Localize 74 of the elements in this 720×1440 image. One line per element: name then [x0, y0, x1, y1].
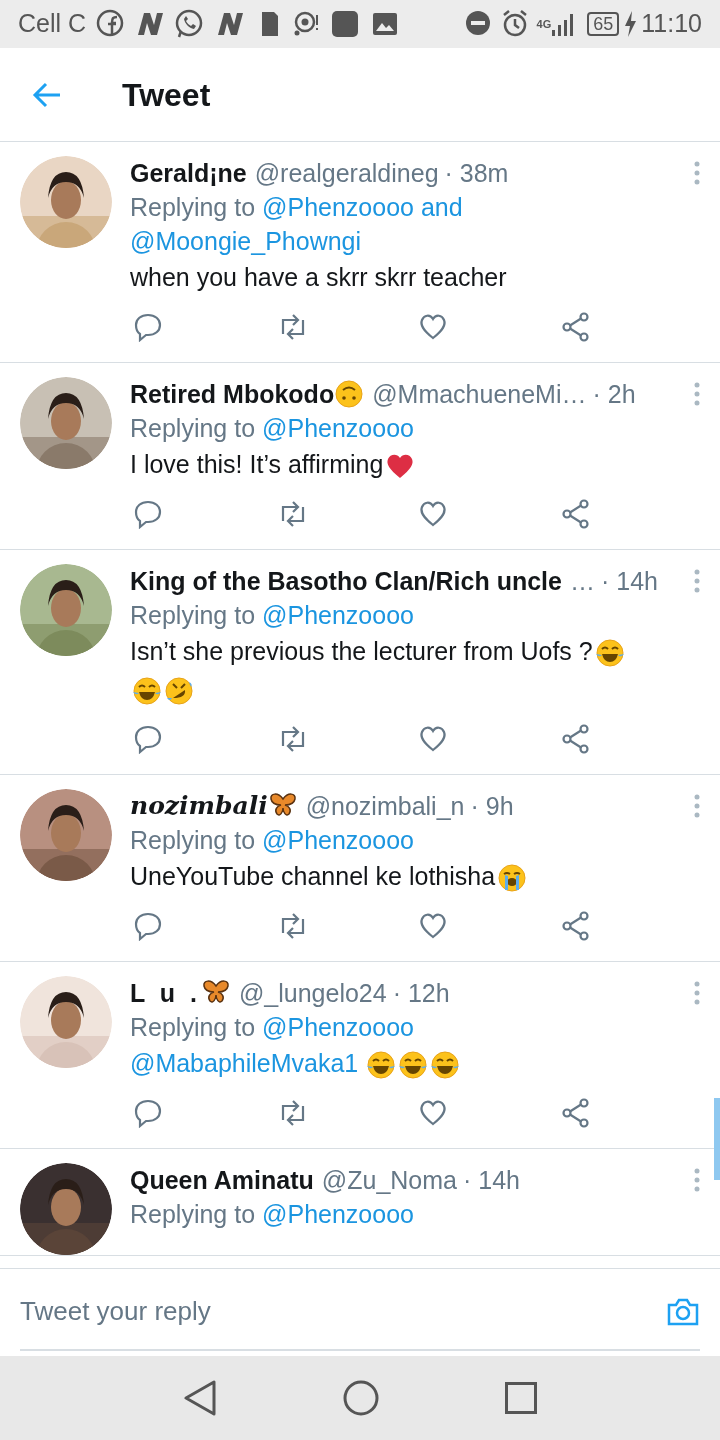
mention-link[interactable]: @Moongie_Phowngi — [130, 227, 362, 255]
share-icon[interactable] — [561, 724, 590, 754]
battery-level: 65 — [587, 12, 620, 36]
mention-link[interactable]: @Phenzoooo — [262, 1200, 414, 1228]
tweet-time: · 14h — [463, 1165, 520, 1196]
share-icon[interactable] — [561, 499, 590, 529]
reply-icon[interactable] — [134, 911, 162, 941]
upside-down-face-icon — [334, 379, 365, 409]
user-name: Retired Mbokodo — [130, 379, 335, 410]
like-icon[interactable] — [419, 724, 447, 754]
replying-label: Replying to — [130, 601, 256, 629]
facebook-icon — [96, 9, 125, 39]
tears-of-joy-icon — [366, 1050, 397, 1081]
replying-label: Replying to — [130, 1200, 256, 1228]
like-icon[interactable] — [419, 499, 447, 529]
user-name: L u . — [130, 978, 201, 1009]
tweet-text: when you have a skrr skrr teacher — [130, 263, 507, 291]
replying-label: Replying to — [130, 1013, 256, 1041]
tweet-text: Isn’t she previous the lecturer from Uofs ? — [130, 637, 593, 665]
app-square-icon — [330, 9, 361, 39]
user-name: nozimbali — [130, 790, 268, 822]
mention-link[interactable]: @Phenzoooo — [262, 414, 414, 442]
user-handle: @MmachueneMi… — [372, 379, 587, 410]
tears-of-joy-icon — [398, 1050, 429, 1081]
replying-label: Replying to — [130, 414, 256, 442]
reply-icon[interactable] — [134, 724, 162, 754]
tweet-time: · 38m — [444, 158, 509, 189]
user-name: Queen Aminatu — [130, 1165, 314, 1196]
recents-nav-icon[interactable] — [505, 1382, 537, 1414]
replying-label: Replying to — [130, 193, 256, 221]
reply-icon[interactable] — [134, 1098, 162, 1128]
tweet-text: I love this! It’s affirming — [130, 450, 384, 478]
back-arrow-icon[interactable] — [32, 81, 62, 108]
user-name: King of the Basotho Clan/Rich uncle — [130, 566, 562, 597]
tweet-text: UneYouTube channel ke lothisha — [130, 862, 496, 890]
mention-link[interactable]: @Phenzoooo — [262, 826, 414, 854]
tweet-time: · 2h — [592, 379, 636, 410]
tweet-time: · 9h — [470, 791, 514, 822]
tweet-time: · 14h — [600, 566, 658, 597]
like-icon[interactable] — [419, 1098, 447, 1128]
carrier-label: Cell C — [18, 8, 87, 40]
user-handle: … — [569, 566, 595, 597]
mention-link[interactable]: @Phenzoooo and — [262, 193, 463, 221]
like-icon[interactable] — [419, 312, 447, 342]
reply-icon[interactable] — [134, 312, 162, 342]
mention-link[interactable]: @Phenzoooo — [262, 1013, 414, 1041]
back-nav-icon[interactable] — [183, 1380, 217, 1416]
whatsapp-icon — [174, 9, 205, 39]
rolling-laughing-icon — [164, 676, 194, 707]
replying-label: Replying to — [130, 826, 256, 854]
tears-of-joy-icon — [594, 638, 625, 669]
home-nav-icon[interactable] — [343, 1380, 379, 1416]
share-icon[interactable] — [561, 911, 590, 941]
tears-of-joy-icon — [132, 676, 162, 707]
like-icon[interactable] — [419, 911, 447, 941]
mention-link[interactable]: @MabaphileMvaka1 — [130, 1049, 359, 1077]
network-label: 4G — [536, 18, 552, 30]
tears-of-joy-icon — [430, 1050, 461, 1081]
share-icon[interactable] — [561, 1098, 590, 1128]
header-title: Tweet — [122, 75, 211, 115]
user-handle: @_lungelo24 — [238, 978, 387, 1009]
tweet-time: · 12h — [392, 978, 450, 1009]
user-handle: @realgeraldineg — [254, 158, 439, 189]
crying-face-icon — [497, 863, 528, 894]
user-handle: @Zu_Noma — [321, 1165, 457, 1196]
user-handle: @nozimbali_n — [305, 791, 465, 822]
user-name: Gerald¡ne — [130, 158, 247, 189]
reply-input-field[interactable]: Tweet your reply — [20, 1292, 666, 1331]
charging-icon — [623, 10, 638, 38]
camera-icon[interactable] — [666, 1296, 700, 1327]
mention-link[interactable]: @Phenzoooo — [262, 601, 414, 629]
reply-icon[interactable] — [134, 499, 162, 529]
clock-time: 11:10 — [641, 8, 702, 40]
share-icon[interactable] — [561, 312, 590, 342]
